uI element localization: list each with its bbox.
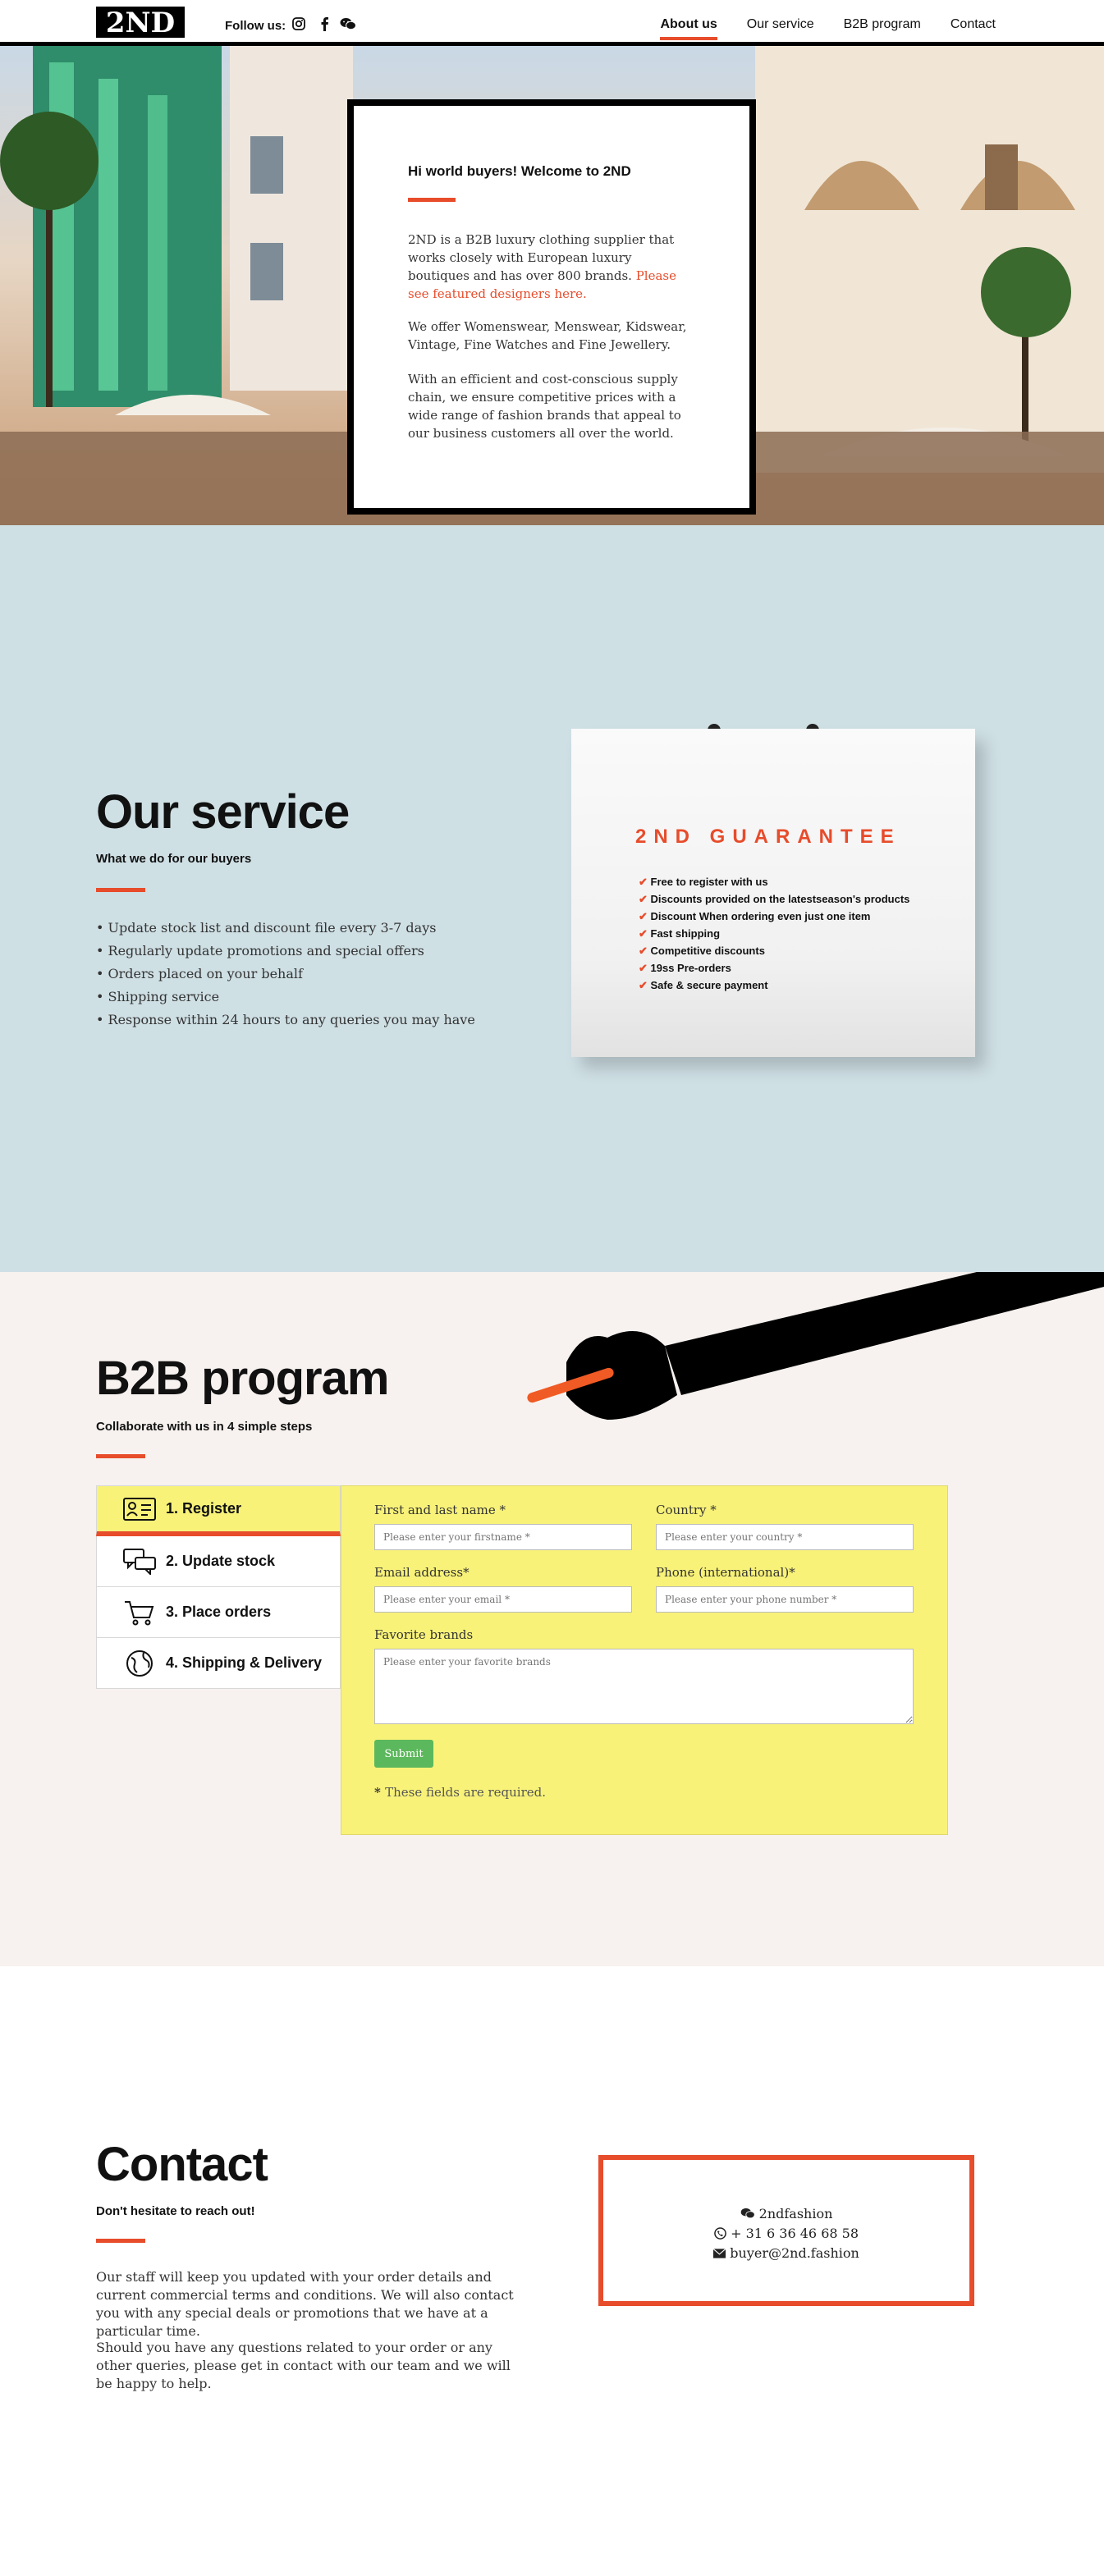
phone-label: Phone (international)* [656, 1565, 795, 1580]
phone-icon [714, 2227, 726, 2240]
menu-item-contact[interactable]: Contact [951, 17, 996, 37]
name-label: First and last name * [374, 1503, 506, 1517]
b2b-subtitle: Collaborate with us in 4 simple steps [96, 1420, 313, 1434]
hero-section: Hi world buyers! Welcome to 2ND 2ND is a… [0, 46, 1104, 525]
wechat-icon[interactable] [340, 16, 356, 32]
envelope-icon [712, 2248, 726, 2258]
email-row[interactable]: buyer@2nd.fashion [603, 2245, 969, 2261]
contact-paragraph-2: Should you have any questions related to… [96, 2340, 511, 2391]
contact-subtitle: Don't hesitate to reach out! [96, 2204, 255, 2218]
brand-logo[interactable]: 2ND [96, 7, 185, 38]
list-item: Shipping service [96, 986, 475, 1009]
intro-text: 2ND is a B2B luxury clothing supplier th… [408, 232, 675, 283]
facebook-icon[interactable] [316, 16, 332, 32]
required-note-text: These fields are required. [385, 1785, 546, 1800]
intro-paragraph: 2ND is a B2B luxury clothing supplier th… [408, 231, 695, 303]
wechat-icon [740, 2208, 755, 2219]
svg-text:2ND: 2ND [106, 7, 175, 38]
contact-title: Contact [96, 2138, 268, 2191]
country-input[interactable] [656, 1524, 914, 1550]
submit-button[interactable]: Submit [374, 1740, 433, 1768]
list-item: Safe & secure payment [639, 977, 909, 994]
menu-item-about-us[interactable]: About us [660, 17, 718, 40]
supply-paragraph: With an efficient and cost-conscious sup… [408, 372, 681, 441]
guarantee-title: 2ND GUARANTEE [635, 826, 901, 848]
email-label: Email address* [374, 1565, 470, 1580]
wechat-id: 2ndfashion [758, 2206, 833, 2221]
service-title: Our service [96, 785, 350, 839]
list-item: Orders placed on your behalf [96, 963, 475, 986]
list-item: Response within 24 hours to any queries … [96, 1009, 475, 1032]
phone-input[interactable] [656, 1586, 914, 1613]
country-label: Country * [656, 1503, 717, 1517]
wechat-row[interactable]: 2ndfashion [603, 2206, 969, 2221]
list-item: Update stock list and discount file ever… [96, 917, 475, 940]
list-item: Discounts provided on the latestseason's… [639, 890, 910, 908]
accent-bar [408, 198, 456, 202]
tab-label: 4. Shipping & Delivery [166, 1654, 323, 1671]
list-item: 19ss Pre-orders [639, 959, 909, 977]
tab-label: 2. Update stock [166, 1553, 276, 1569]
list-item: Discount When ordering even just one ite… [639, 908, 909, 925]
id-card-icon [121, 1494, 158, 1524]
welcome-title: Hi world buyers! Welcome to 2ND [408, 163, 631, 179]
pen-hand-illustration [527, 1272, 1104, 1420]
list-item: Competitive discounts [639, 942, 909, 959]
name-input[interactable] [374, 1524, 632, 1550]
list-item: Fast shipping [639, 925, 909, 942]
shopping-cart-icon [121, 1598, 158, 1627]
contact-info-box: 2ndfashion + 31 6 36 46 68 58 buyer@2nd.… [598, 2155, 974, 2306]
guarantee-bag: 2ND GUARANTEE Free to register with us D… [571, 729, 975, 1057]
guarantee-list: Free to register with us Discounts provi… [639, 873, 910, 994]
tab-register[interactable]: 1. Register [96, 1485, 341, 1536]
steps-tabs: 1. Register 2. Update stock 3. Place ord… [96, 1485, 341, 1689]
brands-textarea[interactable] [374, 1649, 914, 1724]
phone-number: + 31 6 36 46 68 58 [731, 2226, 859, 2241]
tab-update-stock[interactable]: 2. Update stock [96, 1536, 341, 1587]
tab-place-orders[interactable]: 3. Place orders [96, 1587, 341, 1638]
asterisk-icon: * [374, 1785, 386, 1800]
service-subtitle: What we do for our buyers [96, 852, 252, 866]
top-navigation: 2ND Follow us: About us Our service B2B … [0, 0, 1104, 46]
required-note: * These fields are required. [374, 1785, 546, 1800]
tab-label: 3. Place orders [166, 1604, 272, 1620]
tab-shipping-delivery[interactable]: 4. Shipping & Delivery [96, 1638, 341, 1689]
follow-us-label: Follow us: [225, 19, 286, 33]
list-item: Regularly update promotions and special … [96, 940, 475, 963]
main-menu: About us Our service B2B program Contact [660, 17, 996, 40]
chat-bubbles-icon [121, 1547, 158, 1576]
phone-row[interactable]: + 31 6 36 46 68 58 [603, 2226, 969, 2241]
globe-icon [121, 1649, 158, 1678]
offer-paragraph: We offer Womenswear, Menswear, Kidswear,… [408, 319, 687, 352]
contact-paragraph-1: Our staff will keep you updated with you… [96, 2269, 514, 2339]
email-input[interactable] [374, 1586, 632, 1613]
welcome-card: Hi world buyers! Welcome to 2ND 2ND is a… [347, 99, 756, 515]
service-list: Update stock list and discount file ever… [96, 917, 475, 1032]
brands-label: Favorite brands [374, 1627, 474, 1642]
b2b-accent-bar [96, 1454, 145, 1458]
register-form: First and last name * Country * Email ad… [341, 1485, 948, 1835]
list-item: Free to register with us [639, 873, 909, 890]
b2b-title: B2B program [96, 1352, 389, 1405]
tab-label: 1. Register [166, 1500, 242, 1517]
menu-item-our-service[interactable]: Our service [747, 17, 814, 37]
menu-item-b2b-program[interactable]: B2B program [844, 17, 921, 37]
instagram-icon[interactable] [291, 16, 307, 32]
contact-accent-bar [96, 2239, 145, 2243]
email-address: buyer@2nd.fashion [730, 2245, 859, 2261]
service-accent-bar [96, 888, 145, 892]
